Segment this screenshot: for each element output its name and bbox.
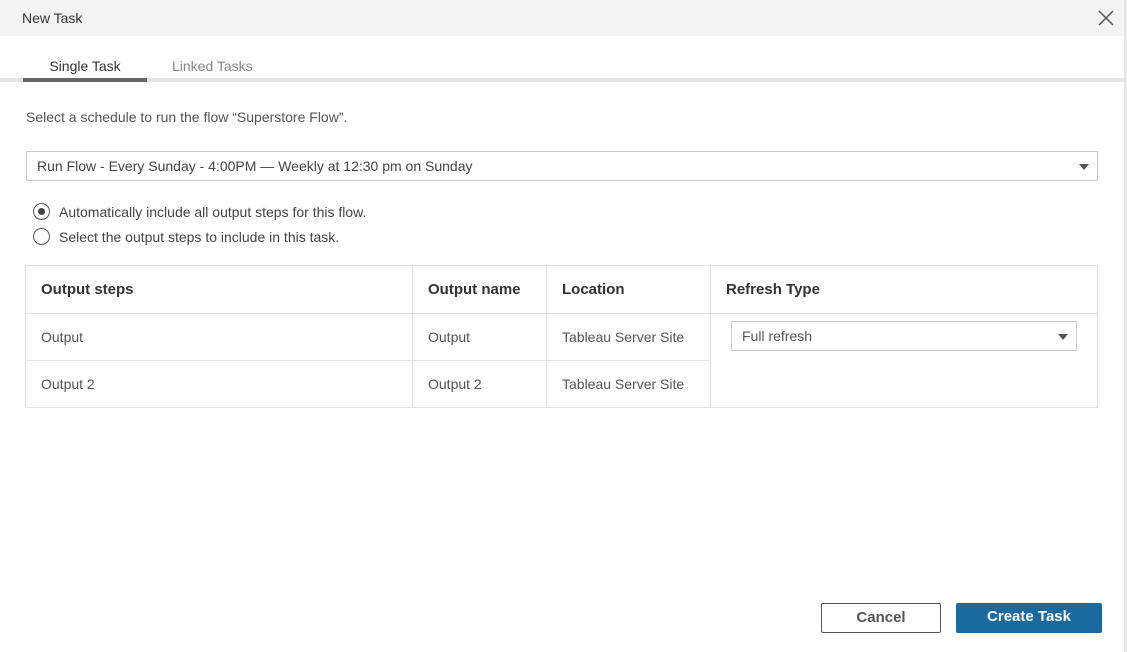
tab-linked-tasks[interactable]: Linked Tasks	[172, 58, 253, 74]
schedule-value: Run Flow - Every Sunday - 4:00PM — Weekl…	[37, 158, 473, 174]
chevron-down-icon	[1079, 164, 1089, 170]
cancel-button[interactable]: Cancel	[821, 603, 941, 633]
cell-output-step: Output 2	[25, 360, 413, 408]
cell-location: Tableau Server Site	[546, 313, 711, 361]
radio-label: Automatically include all output steps f…	[59, 203, 367, 220]
output-steps-table: Output steps Output name Location Refres…	[25, 265, 1098, 408]
create-task-button[interactable]: Create Task	[956, 603, 1102, 633]
cell-output-name: Output	[412, 313, 547, 361]
tab-bar	[0, 78, 1124, 82]
table-row: Output Output Tableau Server Site Full r…	[25, 313, 1098, 408]
radio-unchecked-icon	[33, 228, 50, 245]
dialog-titlebar: New Task	[0, 0, 1124, 36]
schedule-prompt: Select a schedule to run the flow “Super…	[26, 109, 348, 125]
radio-auto-include[interactable]: Automatically include all output steps f…	[33, 203, 366, 220]
table-header-row: Output steps Output name Location Refres…	[25, 265, 1098, 314]
header-output-name: Output name	[412, 265, 547, 314]
radio-checked-icon	[33, 203, 50, 220]
cell-output-name: Output 2	[412, 360, 547, 408]
dialog-title: New Task	[22, 10, 83, 26]
cell-output-step: Output	[25, 313, 413, 361]
close-icon[interactable]	[1097, 9, 1115, 27]
header-refresh-type: Refresh Type	[710, 265, 1098, 314]
cell-location: Tableau Server Site	[546, 360, 711, 408]
refresh-type-select[interactable]: Full refresh	[731, 321, 1077, 351]
header-output-steps: Output steps	[25, 265, 413, 314]
radio-label: Select the output steps to include in th…	[59, 228, 340, 245]
active-tab-indicator	[23, 78, 147, 82]
header-location: Location	[546, 265, 711, 314]
radio-select-steps[interactable]: Select the output steps to include in th…	[33, 228, 339, 245]
tab-single-task[interactable]: Single Task	[23, 58, 147, 74]
schedule-select[interactable]: Run Flow - Every Sunday - 4:00PM — Weekl…	[26, 151, 1098, 181]
cell-refresh-type: Full refresh	[710, 313, 1098, 408]
chevron-down-icon	[1058, 334, 1068, 340]
refresh-type-value: Full refresh	[742, 328, 813, 344]
